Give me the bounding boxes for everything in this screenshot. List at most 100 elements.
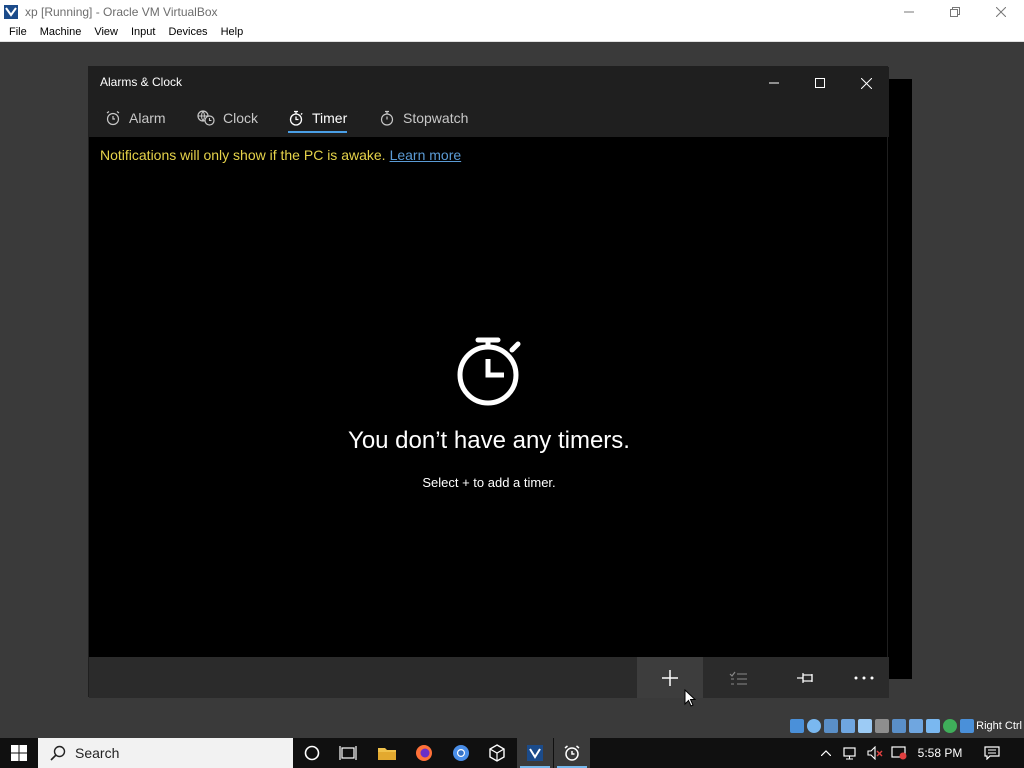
select-timers-button[interactable] xyxy=(705,657,771,698)
audio-icon[interactable] xyxy=(824,719,838,733)
display-tray-button[interactable] xyxy=(888,738,910,768)
task-view-button[interactable] xyxy=(330,738,366,768)
globe-clock-icon xyxy=(197,110,215,126)
timer-icon xyxy=(457,337,521,406)
show-hidden-icons-button[interactable] xyxy=(816,738,836,768)
background-window-edge xyxy=(888,79,912,679)
menu-machine[interactable]: Machine xyxy=(33,26,88,38)
app-tab-bar: Alarm Clock Timer Stopwatch xyxy=(89,99,889,137)
alarms-clock-window: Alarms & Clock Alarm Clock Timer Stopwat… xyxy=(88,66,889,698)
tab-stopwatch-label: Stopwatch xyxy=(403,110,469,126)
command-bar xyxy=(89,657,889,698)
shared-folders-icon[interactable] xyxy=(875,719,889,733)
windows-logo-icon xyxy=(10,745,27,761)
chrome-button[interactable] xyxy=(443,738,479,768)
guest-additions-icon[interactable] xyxy=(943,719,957,733)
usb-icon[interactable] xyxy=(858,719,872,733)
minimize-icon xyxy=(904,11,914,12)
empty-state-title: You don’t have any timers. xyxy=(348,427,630,454)
volume-tray-button[interactable] xyxy=(864,738,886,768)
notice-text: Notifications will only show if the PC i… xyxy=(100,147,386,163)
close-icon xyxy=(996,6,1006,17)
tab-clock-label: Clock xyxy=(223,110,259,126)
tab-alarm[interactable]: Alarm xyxy=(105,99,166,137)
host-minimize-button[interactable] xyxy=(886,0,932,23)
network-tray-button[interactable] xyxy=(840,738,862,768)
notification-icon xyxy=(984,746,1000,760)
pin-icon xyxy=(797,672,813,683)
host-titlebar: xp [Running] - Oracle VM VirtualBox xyxy=(0,0,1024,23)
alarm-icon xyxy=(106,111,120,126)
network-icon[interactable] xyxy=(841,719,855,733)
menu-input[interactable]: Input xyxy=(124,26,161,38)
hard-disk-icon[interactable] xyxy=(790,719,804,733)
start-button[interactable] xyxy=(0,738,37,768)
notification-notice: Notifications will only show if the PC i… xyxy=(100,147,461,163)
taskbar-search-box[interactable]: Search xyxy=(38,738,293,768)
device-status-icons xyxy=(790,719,974,733)
chrome-icon xyxy=(453,745,469,761)
firefox-icon xyxy=(416,745,432,761)
app-minimize-button[interactable] xyxy=(751,67,797,99)
host-status-bar: Right Ctrl xyxy=(0,716,1024,738)
firefox-button[interactable] xyxy=(406,738,442,768)
app-maximize-button[interactable] xyxy=(797,67,843,99)
restore-icon xyxy=(950,6,960,17)
display-icon[interactable] xyxy=(892,719,906,733)
add-icon xyxy=(662,669,678,686)
close-icon xyxy=(860,77,872,89)
action-center-button[interactable] xyxy=(980,738,1004,768)
vbox-manager-taskbar-button[interactable] xyxy=(517,738,553,768)
timer-icon xyxy=(289,110,303,126)
more-icon xyxy=(854,676,874,679)
more-options-button[interactable] xyxy=(831,657,897,698)
search-placeholder: Search xyxy=(75,745,120,761)
tab-stopwatch[interactable]: Stopwatch xyxy=(379,99,468,137)
cortana-button[interactable] xyxy=(294,738,330,768)
virtualbox-logo-icon xyxy=(4,4,18,19)
mouse-integration-icon[interactable] xyxy=(960,719,974,733)
tab-clock[interactable]: Clock xyxy=(197,99,258,137)
host-close-button[interactable] xyxy=(978,0,1024,23)
search-icon xyxy=(50,745,66,761)
chevron-up-icon xyxy=(821,750,831,756)
host-restore-button[interactable] xyxy=(932,0,978,23)
select-list-icon xyxy=(729,671,747,684)
tab-alarm-label: Alarm xyxy=(129,110,166,126)
cpu-icon[interactable] xyxy=(926,719,940,733)
host-key-label: Right Ctrl xyxy=(976,720,1022,732)
menu-devices[interactable]: Devices xyxy=(161,26,213,38)
cortana-icon xyxy=(304,745,320,761)
learn-more-link[interactable]: Learn more xyxy=(390,147,462,163)
tab-timer-label: Timer xyxy=(312,110,348,126)
taskbar-clock[interactable]: 5:58 PM xyxy=(912,738,968,768)
vbox-manager-icon xyxy=(527,745,543,761)
active-tab-indicator xyxy=(288,131,348,133)
menu-help[interactable]: Help xyxy=(214,26,250,38)
file-explorer-icon xyxy=(378,748,396,760)
network-icon xyxy=(843,747,856,760)
menu-file[interactable]: File xyxy=(0,26,33,38)
virtualbox-taskbar-button[interactable] xyxy=(479,738,515,768)
minimize-icon xyxy=(769,82,779,84)
menu-view[interactable]: View xyxy=(87,26,124,38)
tab-timer[interactable]: Timer xyxy=(288,99,348,137)
empty-state: You don’t have any timers. Select + to a… xyxy=(89,335,889,490)
optical-drive-icon[interactable] xyxy=(807,719,821,733)
file-explorer-button[interactable] xyxy=(369,738,405,768)
virtualbox-icon xyxy=(489,744,505,762)
alarms-clock-taskbar-button[interactable] xyxy=(554,738,590,768)
volume-muted-icon xyxy=(867,746,883,760)
app-close-button[interactable] xyxy=(843,67,889,99)
empty-state-subtitle: Select + to add a timer. xyxy=(422,475,556,490)
host-menubar: File Machine View Input Devices Help xyxy=(0,23,1024,42)
taskbar: Search 5:58 PM xyxy=(0,738,1024,768)
host-window-title: xp [Running] - Oracle VM VirtualBox xyxy=(25,4,218,19)
pin-to-start-button[interactable] xyxy=(773,657,839,698)
app-title: Alarms & Clock xyxy=(100,75,183,89)
alarms-clock-icon xyxy=(564,745,580,761)
mouse-cursor-icon xyxy=(684,689,696,707)
video-capture-icon[interactable] xyxy=(909,719,923,733)
display-warning-icon xyxy=(891,746,907,760)
maximize-icon xyxy=(815,78,825,88)
